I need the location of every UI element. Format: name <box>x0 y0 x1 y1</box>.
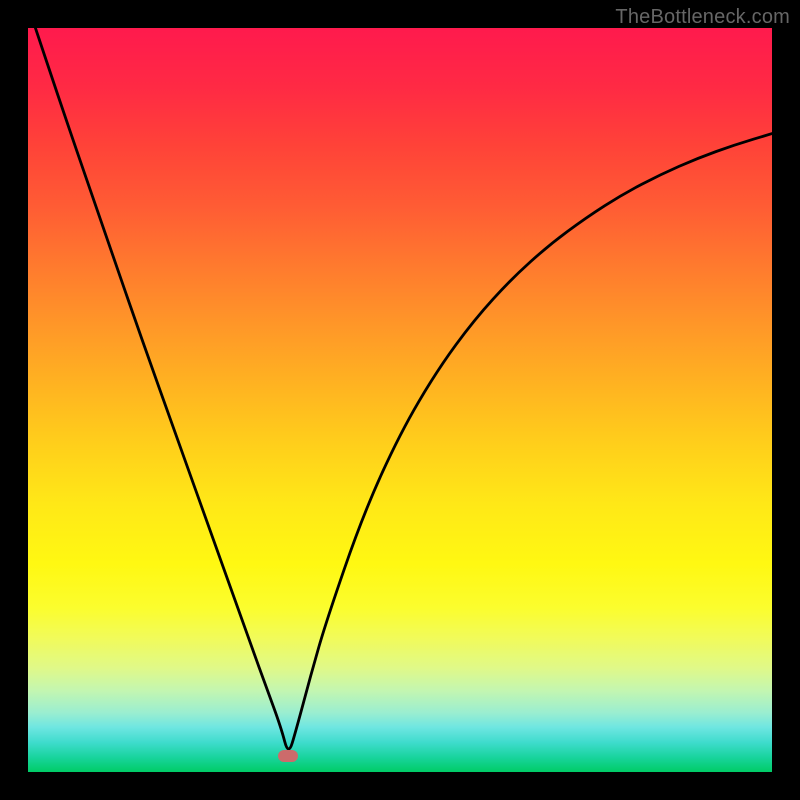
watermark-text: TheBottleneck.com <box>615 6 790 29</box>
curve-svg <box>28 28 772 772</box>
plot-area <box>28 28 772 772</box>
chart-frame: TheBottleneck.com <box>0 0 800 800</box>
optimal-point-marker <box>278 750 298 762</box>
bottleneck-curve <box>28 28 772 749</box>
